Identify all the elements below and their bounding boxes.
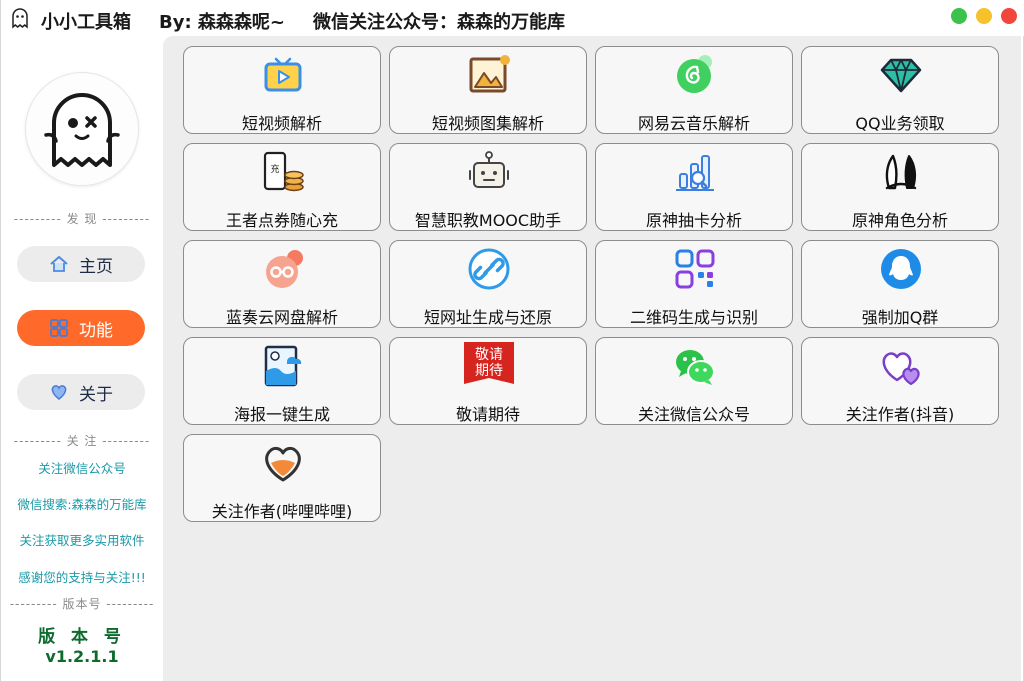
qrcode-icon xyxy=(675,249,715,289)
tools-panel: 短视频解析 短视频图集解析 网易云音乐解析 QQ业务领取 充 王者点券随心充 智… xyxy=(163,36,1021,681)
tool-label: 敬请期待 xyxy=(455,405,520,424)
follow-link-3[interactable]: 关注获取更多实用软件 xyxy=(1,530,163,549)
tool-tile-join-qq-group[interactable]: 强制加Q群 xyxy=(801,240,999,328)
phone-coins-icon: 充 xyxy=(263,151,304,192)
home-icon xyxy=(50,256,68,272)
tool-tile-honor-coupons[interactable]: 充 王者点券随心充 xyxy=(183,143,381,231)
tool-label: 关注微信公众号 xyxy=(637,405,750,424)
tool-label: 原神抽卡分析 xyxy=(645,211,742,230)
tool-label: 原神角色分析 xyxy=(851,211,948,230)
follow-link-4[interactable]: 感谢您的支持与关注!!! xyxy=(1,567,163,586)
title-bar[interactable]: 小小工具箱 By: 森森森呢~ 微信关注公众号：森森的万能库 xyxy=(1,0,1024,36)
app-title: 小小工具箱 xyxy=(41,12,131,33)
tool-tile-genshin-gacha[interactable]: 原神抽卡分析 xyxy=(595,143,793,231)
minimize-button[interactable] xyxy=(976,8,992,24)
maximize-button[interactable] xyxy=(951,8,967,24)
section-title-version: --------- 版本号 --------- xyxy=(9,597,155,611)
qq-penguin-icon xyxy=(881,249,921,289)
tool-tile-lanzou-cloud[interactable]: 蓝奏云网盘解析 xyxy=(183,240,381,328)
tool-label: 智慧职教MOOC助手 xyxy=(414,211,562,230)
tv-play-icon xyxy=(264,57,302,92)
tool-tile-video-gallery[interactable]: 短视频图集解析 xyxy=(389,46,587,134)
tool-tile-short-url[interactable]: 短网址生成与还原 xyxy=(389,240,587,328)
tool-tile-mooc-helper[interactable]: 智慧职教MOOC助手 xyxy=(389,143,587,231)
bar-chart-icon xyxy=(676,155,714,191)
heart-icon xyxy=(51,385,67,400)
version-label: 版 本 号 xyxy=(38,627,126,647)
nav-functions-label: 功能 xyxy=(79,320,113,341)
robot-icon xyxy=(469,151,509,188)
diamond-icon xyxy=(880,58,922,93)
follow-link-2[interactable]: 微信搜索:森森的万能库 xyxy=(1,494,163,513)
tool-tile-coming-soon[interactable]: 敬请 期待 敬请期待 xyxy=(389,337,587,425)
tool-label: 王者点券随心充 xyxy=(225,211,338,230)
badge-line-1: 敬请 xyxy=(475,347,503,363)
tool-tile-qq-service[interactable]: QQ业务领取 xyxy=(801,46,999,134)
nav-about-label: 关于 xyxy=(79,384,113,405)
close-button[interactable] xyxy=(1001,8,1017,24)
section-title-follow: --------- 关 注 --------- xyxy=(13,434,151,448)
tool-tile-netease-music[interactable]: 网易云音乐解析 xyxy=(595,46,793,134)
poster-icon xyxy=(264,345,302,387)
ghost-logo-icon xyxy=(12,8,28,29)
double-heart-icon xyxy=(882,352,920,386)
tool-label: 短网址生成与还原 xyxy=(423,308,552,327)
rabbit-ears-icon xyxy=(885,154,917,190)
coming-soon-icon: 敬请 期待 xyxy=(464,342,514,384)
heart-outline-icon xyxy=(265,446,301,482)
netease-music-icon xyxy=(677,55,712,93)
tool-label: 关注作者(哔哩哔哩) xyxy=(211,502,353,521)
sidebar: --------- 发 现 --------- 主页 功能 关于 -------… xyxy=(1,36,163,681)
tool-tile-qrcode[interactable]: 二维码生成与识别 xyxy=(595,240,793,328)
tool-label: 网易云音乐解析 xyxy=(637,114,750,133)
nav-home-button[interactable]: 主页 xyxy=(17,246,145,282)
picture-frame-icon xyxy=(469,55,510,93)
tool-label: 强制加Q群 xyxy=(861,308,939,327)
tool-tile-follow-wechat[interactable]: 关注微信公众号 xyxy=(595,337,793,425)
tool-tile-poster[interactable]: 海报一键生成 xyxy=(183,337,381,425)
ghost-avatar-icon xyxy=(44,93,120,167)
section-title-discover: --------- 发 现 --------- xyxy=(13,212,151,226)
tool-label: 关注作者(抖音) xyxy=(845,405,955,424)
tool-label: 短视频解析 xyxy=(241,114,322,133)
tool-tile-follow-bilibili[interactable]: 关注作者(哔哩哔哩) xyxy=(183,434,381,522)
tool-label: QQ业务领取 xyxy=(855,114,945,133)
tool-label: 二维码生成与识别 xyxy=(629,308,758,327)
svg-text:充: 充 xyxy=(270,163,279,175)
tool-tile-short-video[interactable]: 短视频解析 xyxy=(183,46,381,134)
tool-tile-follow-douyin[interactable]: 关注作者(抖音) xyxy=(801,337,999,425)
chain-link-icon xyxy=(468,248,510,290)
nav-home-label: 主页 xyxy=(79,256,113,277)
avatar[interactable] xyxy=(25,72,139,186)
tool-label: 短视频图集解析 xyxy=(431,114,544,133)
grid-icon xyxy=(50,319,68,337)
cloud-link-icon xyxy=(266,250,303,288)
nav-functions-button[interactable]: 功能 xyxy=(17,310,145,346)
tool-label: 海报一键生成 xyxy=(233,405,330,424)
badge-line-2: 期待 xyxy=(475,363,503,379)
follow-link-1[interactable]: 关注微信公众号 xyxy=(1,458,163,477)
tool-tile-genshin-characters[interactable]: 原神角色分析 xyxy=(801,143,999,231)
tool-label: 蓝奏云网盘解析 xyxy=(225,308,338,327)
app-window: 小小工具箱 By: 森森森呢~ 微信关注公众号：森森的万能库 ---------… xyxy=(0,0,1024,681)
wechat-note: 微信关注公众号：森森的万能库 xyxy=(313,12,565,33)
nav-about-button[interactable]: 关于 xyxy=(17,374,145,410)
author-credit: By: 森森森呢~ xyxy=(159,12,285,33)
wechat-icon xyxy=(676,350,715,385)
version-number: v1.2.1.1 xyxy=(45,647,119,666)
